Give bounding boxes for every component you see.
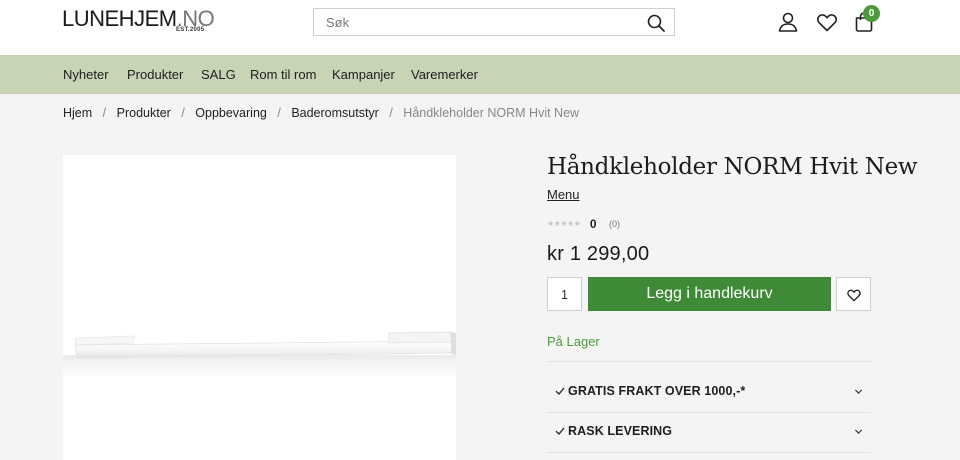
search-input[interactable] — [314, 9, 634, 35]
towel-holder-illustration — [63, 331, 456, 377]
search-icon[interactable] — [646, 13, 666, 33]
review-count[interactable]: (0) — [609, 219, 620, 229]
nav-item-rom-til-rom[interactable]: Rom til rom — [250, 55, 316, 94]
accordion-free-shipping[interactable]: GRATIS FRAKT OVER 1000,-* — [547, 372, 871, 412]
search-bar — [313, 8, 675, 36]
divider — [547, 452, 871, 453]
quantity-input[interactable] — [547, 277, 582, 311]
logo-established: EST.2005 — [176, 27, 205, 33]
main-navigation: Nyheter Produkter SALG Rom til rom Kampa… — [0, 55, 960, 94]
add-to-wishlist-button[interactable] — [836, 277, 871, 311]
stock-status: På Lager — [547, 334, 600, 349]
product-price: kr 1 299,00 — [547, 243, 650, 265]
heart-icon[interactable] — [815, 10, 839, 34]
brand-link[interactable]: Menu — [547, 187, 580, 202]
product-image[interactable] — [63, 155, 456, 460]
logo-text: LUNEHJEM — [62, 6, 177, 31]
checkmark-icon — [555, 387, 565, 395]
breadcrumb-current: Håndkleholder NORM Hvit New — [403, 105, 580, 120]
account-icon[interactable] — [776, 10, 800, 34]
cart-count-badge: 0 — [863, 5, 880, 22]
nav-item-nyheter[interactable]: Nyheter — [63, 55, 109, 94]
nav-item-salg[interactable]: SALG — [201, 55, 236, 94]
breadcrumb-separator: / — [277, 105, 281, 120]
nav-item-produkter[interactable]: Produkter — [127, 55, 183, 94]
breadcrumb-separator: / — [102, 105, 107, 120]
checkmark-icon — [555, 427, 565, 435]
nav-item-kampanjer[interactable]: Kampanjer — [332, 55, 395, 94]
nav-item-varemerker[interactable]: Varemerker — [411, 55, 478, 94]
product-title: Håndkleholder NORM Hvit New — [547, 154, 918, 180]
heart-icon — [847, 289, 861, 302]
accordion-label: GRATIS FRAKT OVER 1000,-* — [568, 384, 746, 398]
accordion-label: RASK LEVERING — [568, 424, 673, 438]
breadcrumb: Hjem / Produkter / Oppbevaring / Baderom… — [63, 105, 579, 123]
divider — [547, 361, 871, 362]
breadcrumb-separator: / — [181, 105, 185, 120]
breadcrumb-link[interactable]: Hjem — [63, 106, 92, 120]
site-logo[interactable]: LUNEHJEM.NO EST.2005 — [62, 6, 215, 37]
site-header: LUNEHJEM.NO EST.2005 0 — [0, 0, 960, 55]
breadcrumb-link[interactable]: Produkter — [117, 106, 171, 120]
rating-stars: ★★★★★ — [547, 219, 581, 229]
breadcrumb-link[interactable]: Oppbevaring — [195, 106, 267, 120]
accordion-fast-delivery[interactable]: RASK LEVERING — [547, 412, 871, 452]
product-rating[interactable]: ★★★★★ 0 (0) — [547, 215, 620, 231]
rating-value: 0 — [589, 216, 597, 231]
chevron-down-icon — [854, 429, 863, 434]
breadcrumb-separator: / — [389, 105, 393, 120]
add-to-cart-button[interactable]: Legg i handlekurv — [588, 277, 831, 311]
chevron-down-icon — [854, 389, 863, 394]
breadcrumb-link[interactable]: Baderomsutstyr — [291, 106, 379, 120]
